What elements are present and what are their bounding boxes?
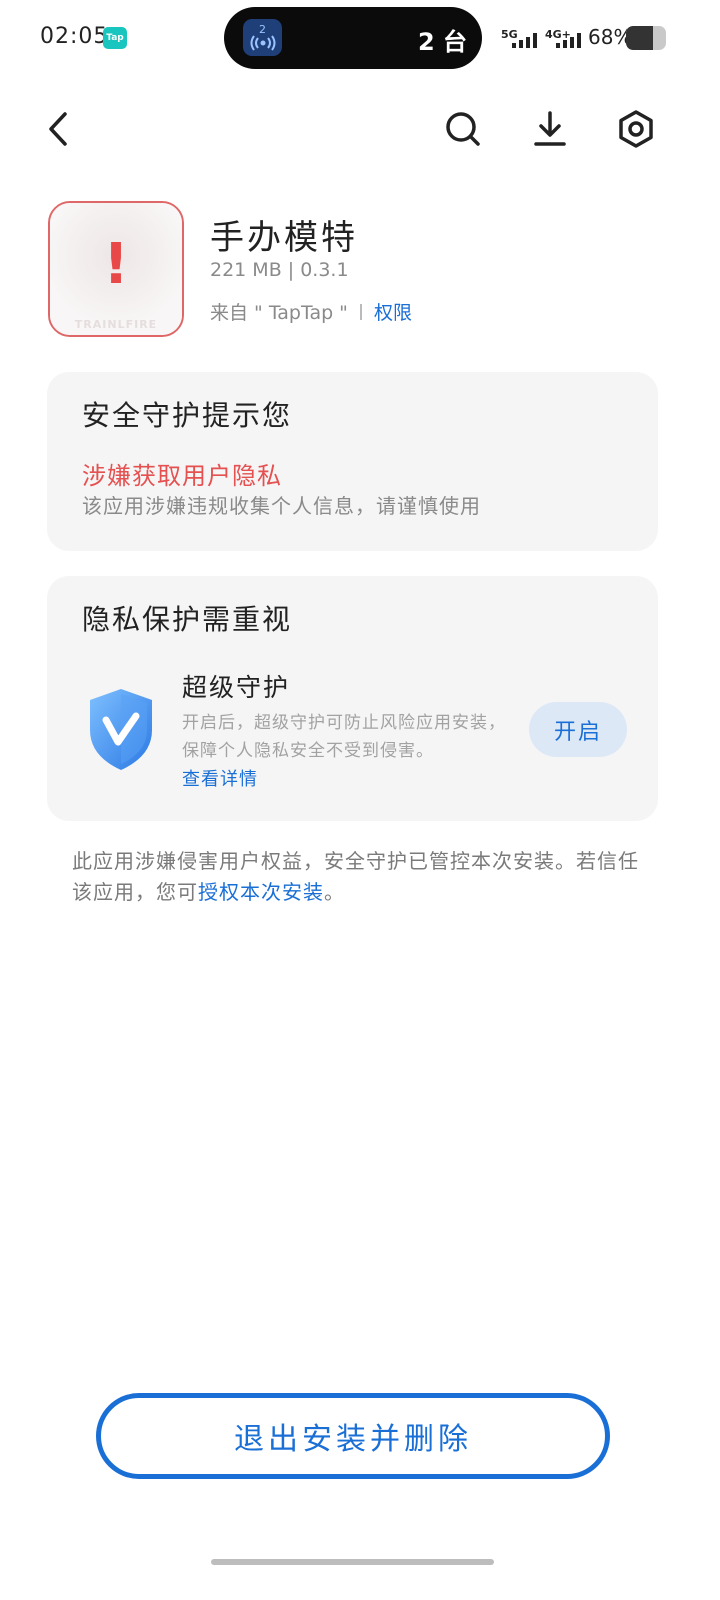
risk-description: 该应用涉嫌违规收集个人信息，请谨慎使用 [82, 494, 481, 518]
app-icon-watermark: TRAINLFIRE [74, 318, 158, 331]
broadcast-icon: 2 [243, 19, 282, 56]
status-time: 02:05 [40, 24, 109, 49]
permissions-link[interactable]: 权限 [374, 298, 412, 325]
island-icon-count: 2 [259, 23, 266, 36]
risk-title: 涉嫌获取用户隐私 [82, 462, 282, 490]
search-button[interactable] [439, 105, 487, 153]
shield-v-icon [84, 686, 158, 772]
notice-suffix: 。 [324, 880, 345, 904]
exit-and-delete-button[interactable]: 退出安装并删除 [96, 1393, 610, 1479]
island-device-count: 2 台 [418, 28, 468, 56]
notice-text: 此应用涉嫌侵害用户权益，安全守护已管控本次安装。若信任该应用，您可 [72, 849, 639, 904]
divider [359, 303, 362, 320]
signal-5g-icon [512, 32, 537, 48]
search-icon [446, 112, 480, 146]
battery-icon [626, 26, 666, 50]
enable-super-guard-button[interactable]: 开启 [529, 702, 627, 757]
home-indicator[interactable] [211, 1559, 494, 1565]
back-button[interactable] [34, 105, 82, 153]
taptap-notification-icon: Tap [103, 27, 127, 49]
app-size-version: 221 MB | 0.3.1 [210, 259, 349, 281]
hexagon-settings-icon [619, 110, 653, 148]
privacy-card-title: 隐私保护需重视 [82, 603, 293, 636]
app-icon: ! TRAINLFIRE [48, 201, 184, 337]
battery-level [626, 26, 654, 50]
super-guard-description: 开启后，超级守护可防止风险应用安装，保障个人隐私安全不受到侵害。 [182, 713, 506, 761]
app-name: 手办模特 [210, 218, 358, 258]
super-guard-title: 超级守护 [182, 673, 291, 702]
view-details-link[interactable]: 查看详情 [182, 765, 258, 791]
security-warning-card: 安全守护提示您 涉嫌获取用户隐私 该应用涉嫌违规收集个人信息，请谨慎使用 [47, 372, 658, 551]
install-control-notice: 此应用涉嫌侵害用户权益，安全守护已管控本次安装。若信任该应用，您可授权本次安装。 [72, 846, 652, 908]
download-icon [534, 111, 566, 146]
chevron-left-icon [49, 112, 67, 146]
warning-icon: ! [103, 232, 129, 297]
security-card-title: 安全守护提示您 [82, 399, 293, 432]
app-source: 来自 " TapTap " [210, 302, 348, 324]
app-source-row: 来自 " TapTap " 权限 [210, 298, 412, 325]
signal-4g-icon [556, 32, 581, 48]
download-button[interactable] [526, 105, 574, 153]
authorize-install-link[interactable]: 授权本次安装 [198, 880, 324, 904]
settings-button[interactable] [612, 105, 660, 153]
